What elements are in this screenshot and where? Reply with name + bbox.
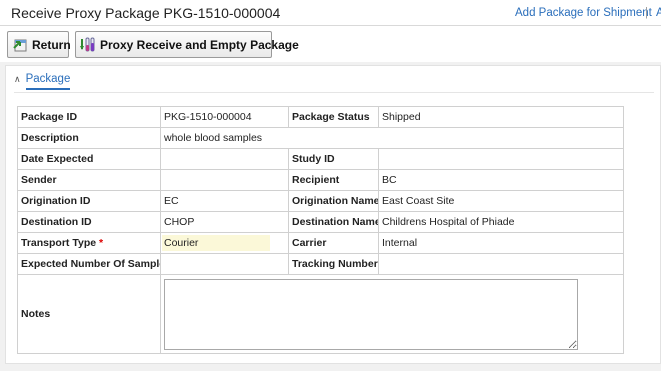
return-arrow-icon <box>12 37 28 53</box>
package-id-value: PKG-1510-000004 <box>160 106 289 128</box>
table-row: Package ID PKG-1510-000004 Package Statu… <box>17 106 624 128</box>
table-row: Date Expected Study ID <box>17 148 624 170</box>
package-status-label: Package Status <box>288 106 379 128</box>
section-divider <box>14 92 654 93</box>
transport-type-label: Transport Type * <box>17 232 161 254</box>
origination-name-label: Origination Name <box>288 190 379 212</box>
section-tab-label: Package <box>25 73 71 90</box>
table-row: Description whole blood samples <box>17 127 624 149</box>
notes-label: Notes <box>17 274 161 354</box>
proxy-receive-button-label: Proxy Receive and Empty Package <box>100 37 299 52</box>
table-row: Sender Recipient BC <box>17 169 624 191</box>
toolbar: Return Proxy Receive and Empty Package <box>0 26 661 62</box>
carrier-value: Internal <box>378 232 624 254</box>
tracking-number-value <box>378 253 624 275</box>
table-row: Destination ID CHOP Destination Name Chi… <box>17 211 624 233</box>
study-id-value <box>378 148 624 170</box>
carrier-label: Carrier <box>288 232 379 254</box>
package-status-value: Shipped <box>378 106 624 128</box>
origination-id-value: EC <box>160 190 289 212</box>
expected-samples-label: Expected Number Of Samples <box>17 253 161 275</box>
page-title: Receive Proxy Package PKG-1510-000004 <box>11 5 281 21</box>
test-tubes-icon <box>80 37 96 53</box>
transport-type-label-text: Transport Type <box>21 237 97 249</box>
sender-label: Sender <box>17 169 161 191</box>
table-row: Origination ID EC Origination Name East … <box>17 190 624 212</box>
required-marker: * <box>99 237 104 249</box>
destination-name-value: Childrens Hospital of Phiadе <box>378 211 624 233</box>
description-label: Description <box>17 127 161 149</box>
package-id-label: Package ID <box>17 106 161 128</box>
notes-cell <box>160 274 624 354</box>
return-button[interactable]: Return <box>7 31 71 58</box>
chevron-up-icon: ∧ <box>14 73 21 84</box>
recipient-label: Recipient <box>288 169 379 191</box>
tracking-number-label: Tracking Number <box>288 253 379 275</box>
package-details-table: Package ID PKG-1510-000004 Package Statu… <box>17 106 624 354</box>
table-row: Notes <box>17 274 624 354</box>
proxy-receive-button[interactable]: Proxy Receive and Empty Package <box>75 31 299 58</box>
expected-samples-value <box>160 253 289 275</box>
title-bar: Receive Proxy Package PKG-1510-000004 Ad… <box>0 0 661 26</box>
sender-value <box>160 169 289 191</box>
destination-id-value: CHOP <box>160 211 289 233</box>
header-separator: | <box>645 7 648 19</box>
date-expected-label: Date Expected <box>17 148 161 170</box>
destination-id-label: Destination ID <box>17 211 161 233</box>
transport-type-value[interactable]: Courier <box>162 235 270 251</box>
content-area: ∧ Package Package ID PKG-1510-000004 Pac… <box>0 62 661 371</box>
destination-name-label: Destination Name <box>288 211 379 233</box>
origination-id-label: Origination ID <box>17 190 161 212</box>
description-value: whole blood samples <box>160 127 624 149</box>
return-button-label: Return <box>32 37 71 52</box>
table-row: Transport Type * Courier Carrier Interna… <box>17 232 624 254</box>
recipient-value: BC <box>378 169 624 191</box>
origination-name-value: East Coast Site <box>378 190 624 212</box>
package-panel: ∧ Package Package ID PKG-1510-000004 Pac… <box>5 65 661 364</box>
date-expected-value <box>160 148 289 170</box>
study-id-label: Study ID <box>288 148 379 170</box>
header-link-truncated[interactable]: A <box>656 7 661 19</box>
transport-type-cell: Courier <box>160 232 289 254</box>
table-row: Expected Number Of Samples Tracking Numb… <box>17 253 624 275</box>
section-tab-package[interactable]: ∧ Package <box>6 66 78 92</box>
add-package-for-shipment-link[interactable]: Add Package for Shipment <box>515 7 652 19</box>
notes-textarea[interactable] <box>164 278 578 350</box>
